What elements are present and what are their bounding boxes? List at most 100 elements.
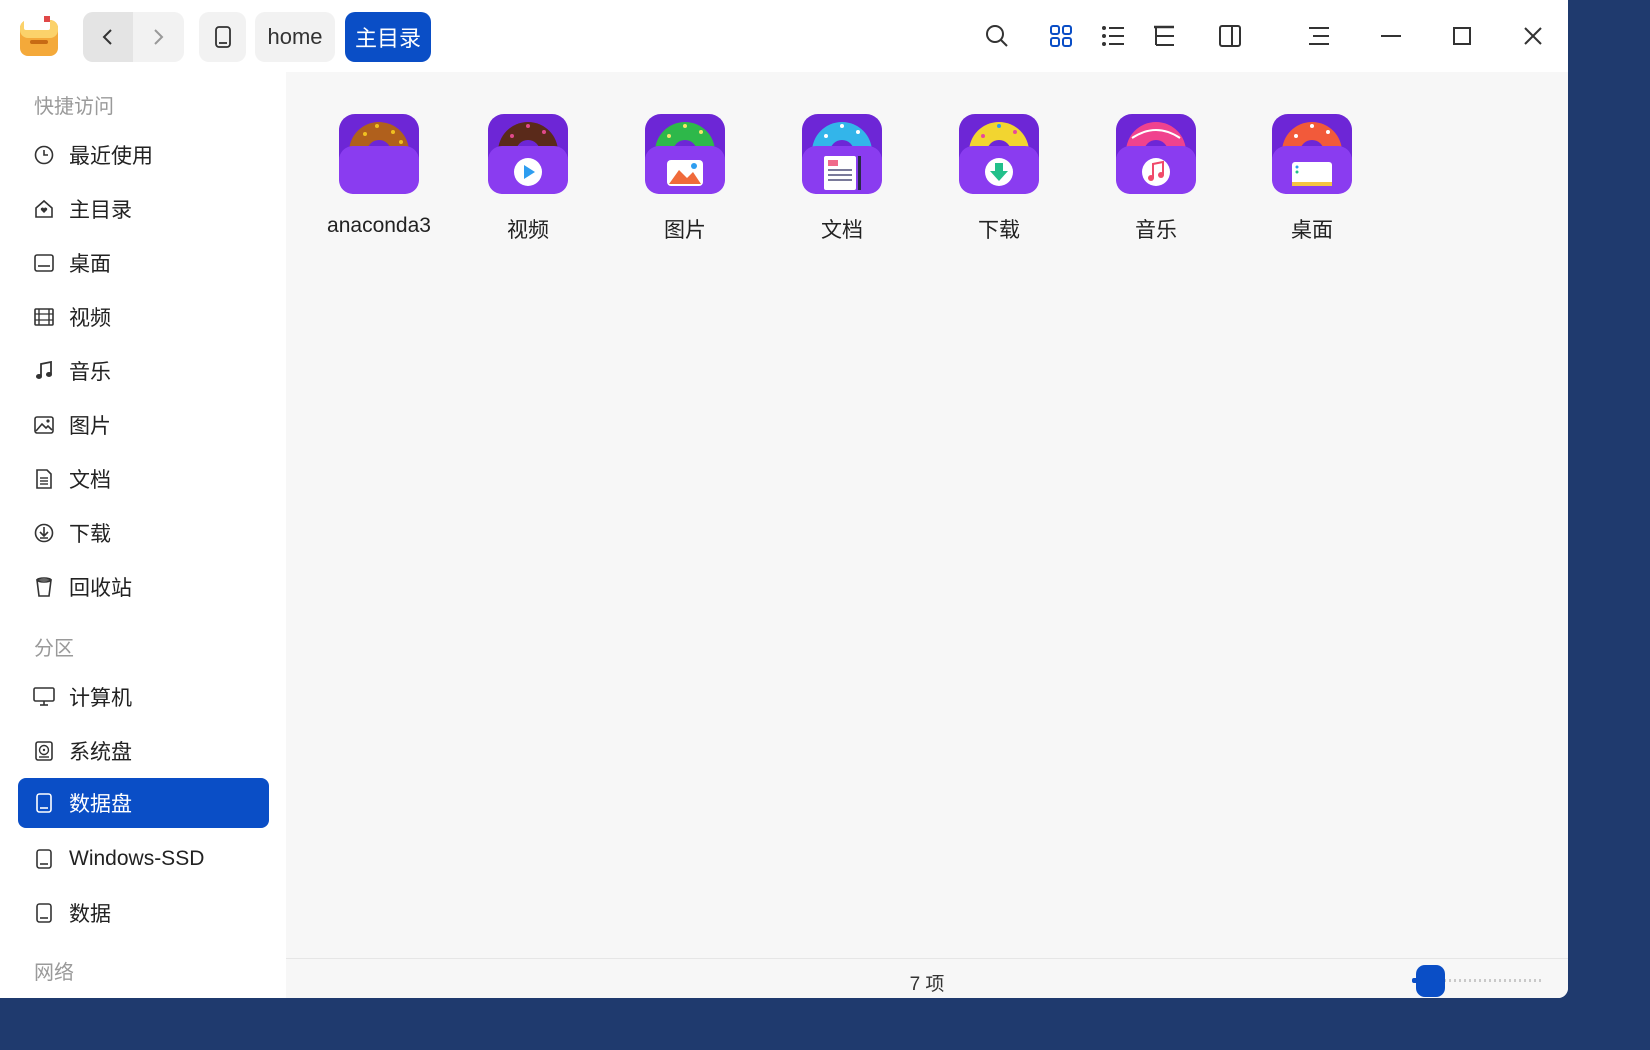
- pictures-folder-icon: [643, 112, 727, 196]
- image-icon: [33, 414, 55, 436]
- file-item-documents[interactable]: 文档: [782, 112, 902, 244]
- file-name: 文档: [821, 219, 863, 242]
- trash-icon: [33, 576, 55, 598]
- sidebar-item-recent[interactable]: 最近使用: [18, 130, 269, 180]
- section-title-network: 网络: [34, 962, 74, 984]
- documents-folder-icon: [800, 112, 884, 196]
- sidebar-item-label: 下载: [69, 523, 111, 546]
- sidebar-item-label: 最近使用: [69, 145, 153, 168]
- sidebar-item-home[interactable]: 主目录: [18, 184, 269, 234]
- minimize-icon: [1381, 35, 1401, 37]
- status-bar: 7 项: [286, 958, 1568, 998]
- file-name: 音乐: [1135, 219, 1177, 242]
- file-name: 图片: [664, 219, 706, 242]
- sidebar-item-label: 文档: [69, 469, 111, 492]
- side-panel-icon: [1219, 25, 1241, 47]
- music-note-icon: [33, 360, 55, 382]
- sidebar-item-label: 图片: [69, 415, 111, 438]
- file-item-music[interactable]: 音乐: [1096, 112, 1216, 244]
- sidebar-item-label: 计算机: [69, 687, 132, 710]
- sidebar-item-music[interactable]: 音乐: [18, 346, 269, 396]
- item-count: 7 项: [909, 974, 945, 995]
- folder-icon: [337, 112, 421, 196]
- chevron-right-icon: [154, 29, 164, 45]
- sidebar-item-label: 系统盘: [69, 741, 132, 764]
- back-button[interactable]: [83, 12, 133, 62]
- file-item-desktop[interactable]: 桌面: [1252, 112, 1372, 244]
- file-item-downloads[interactable]: 下载: [939, 112, 1059, 244]
- maximize-icon: [1453, 27, 1471, 45]
- sidebar-item-data[interactable]: 数据: [18, 888, 269, 938]
- breadcrumb-current[interactable]: 主目录: [345, 12, 431, 62]
- sidebar-item-label: 主目录: [69, 199, 132, 222]
- file-name: 下载: [978, 219, 1020, 242]
- section-title-partitions: 分区: [34, 638, 74, 660]
- sidebar-item-label: 视频: [69, 307, 111, 330]
- file-view: anaconda3 视频 图片 文档 下载 音乐 桌面: [286, 72, 1568, 958]
- file-manager-window: home 主目录 快捷访问 最近使用 主目录 桌面 视频 音乐 图片 文档 下载…: [0, 0, 1568, 998]
- main-menu-button[interactable]: [1305, 22, 1333, 50]
- sidebar-item-label: 回收站: [69, 577, 132, 600]
- sidebar-item-pictures[interactable]: 图片: [18, 400, 269, 450]
- file-item-pictures[interactable]: 图片: [625, 112, 745, 244]
- sidebar-item-trash[interactable]: 回收站: [18, 562, 269, 612]
- detail-panel-button[interactable]: [1216, 22, 1244, 50]
- tree-view-button[interactable]: [1150, 22, 1178, 50]
- music-folder-icon: [1114, 112, 1198, 196]
- sidebar-item-label: 数据: [69, 903, 111, 926]
- sidebar-item-downloads[interactable]: 下载: [18, 508, 269, 558]
- sidebar-item-label: 桌面: [69, 253, 111, 276]
- file-manager-logo-icon: [18, 14, 60, 58]
- grid-view-icon: [1050, 25, 1072, 47]
- zoom-slider-handle[interactable]: [1416, 965, 1445, 997]
- sidebar-item-desktop[interactable]: 桌面: [18, 238, 269, 288]
- maximize-button[interactable]: [1448, 22, 1476, 50]
- download-icon: [33, 522, 55, 544]
- sidebar-item-computer[interactable]: 计算机: [18, 672, 269, 722]
- list-view-icon: [1102, 26, 1124, 46]
- desktop-icon: [33, 252, 55, 274]
- sidebar-item-windows-ssd[interactable]: Windows-SSD: [18, 834, 269, 884]
- sidebar-item-data-disk[interactable]: 数据盘: [18, 778, 269, 828]
- videos-folder-icon: [486, 112, 570, 196]
- tree-view-icon: [1154, 25, 1174, 46]
- navigation-buttons: [83, 12, 184, 62]
- downloads-folder-icon: [957, 112, 1041, 196]
- desktop-folder-icon: [1270, 112, 1354, 196]
- document-icon: [33, 468, 55, 490]
- file-item-videos[interactable]: 视频: [468, 112, 588, 244]
- disk-icon: [214, 26, 231, 48]
- section-title-quick-access: 快捷访问: [34, 96, 114, 118]
- monitor-icon: [33, 686, 55, 708]
- disk-icon: [33, 848, 55, 870]
- disk-icon: [33, 902, 55, 924]
- disk-icon: [33, 792, 55, 814]
- close-icon: [1524, 27, 1542, 45]
- file-item-anaconda3[interactable]: anaconda3: [319, 112, 439, 238]
- file-name: 视频: [507, 219, 549, 242]
- forward-button[interactable]: [133, 12, 183, 62]
- sidebar-item-label: 音乐: [69, 361, 111, 384]
- close-button[interactable]: [1519, 22, 1547, 50]
- chevron-left-icon: [102, 29, 112, 45]
- sidebar-item-documents[interactable]: 文档: [18, 454, 269, 504]
- clock-icon: [33, 144, 55, 166]
- sidebar-item-system-disk[interactable]: 系统盘: [18, 726, 269, 776]
- sidebar-item-label: 数据盘: [69, 793, 132, 816]
- search-button[interactable]: [983, 22, 1011, 50]
- minimize-button[interactable]: [1377, 22, 1405, 50]
- search-icon: [986, 25, 1008, 47]
- home-icon: [33, 198, 55, 220]
- file-name: 桌面: [1291, 219, 1333, 242]
- file-name: anaconda3: [327, 214, 431, 237]
- breadcrumb-home[interactable]: home: [255, 12, 335, 62]
- sidebar: 快捷访问 最近使用 主目录 桌面 视频 音乐 图片 文档 下载 回收站 分区 计…: [0, 72, 286, 998]
- sidebar-item-label: Windows-SSD: [69, 847, 205, 870]
- icon-view-button[interactable]: [1047, 22, 1075, 50]
- title-bar: home 主目录: [0, 0, 1568, 72]
- breadcrumb-disk-button[interactable]: [199, 12, 246, 62]
- film-icon: [33, 306, 55, 328]
- list-view-button[interactable]: [1099, 22, 1127, 50]
- system-disk-icon: [33, 740, 55, 762]
- sidebar-item-videos[interactable]: 视频: [18, 292, 269, 342]
